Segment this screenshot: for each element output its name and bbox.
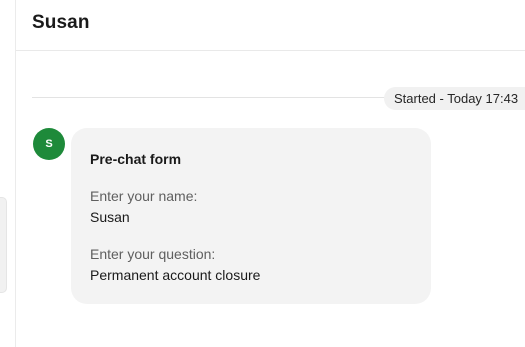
panel-resize-handle[interactable] bbox=[0, 197, 7, 293]
form-title: Pre-chat form bbox=[90, 151, 182, 167]
chat-started-badge: Started - Today 17:43 bbox=[384, 87, 525, 110]
chat-view: Susan Started - Today 17:43 S Pre-chat f… bbox=[0, 0, 525, 347]
name-field-value: Susan bbox=[90, 209, 130, 225]
avatar: S bbox=[33, 128, 65, 160]
timeline-divider bbox=[32, 97, 402, 98]
name-field-label: Enter your name: bbox=[90, 188, 198, 204]
question-field-label: Enter your question: bbox=[90, 246, 216, 262]
pre-chat-form-message: Pre-chat form Enter your name: Susan Ent… bbox=[71, 128, 431, 304]
chat-header: Susan bbox=[16, 0, 525, 51]
contact-name-title: Susan bbox=[32, 12, 90, 33]
question-field-value: Permanent account closure bbox=[90, 267, 261, 283]
left-panel-edge bbox=[0, 0, 16, 347]
